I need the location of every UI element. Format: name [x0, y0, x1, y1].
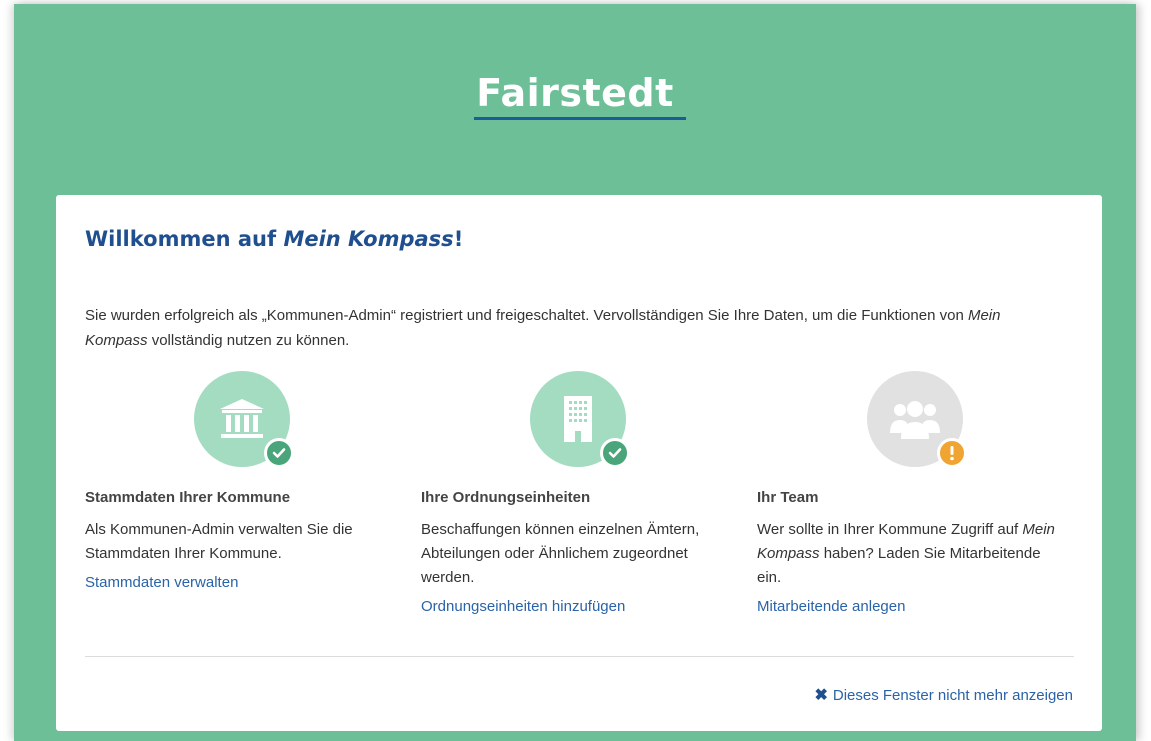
- intro-text-part2: vollständig nutzen zu können.: [147, 332, 350, 349]
- add-team-members-link[interactable]: Mitarbeitende anlegen: [757, 598, 1057, 615]
- welcome-heading: Willkommen auf Mein Kompass!: [85, 227, 463, 251]
- dismiss-window-link[interactable]: ✖ Dieses Fenster nicht mehr anzeigen: [814, 685, 1073, 705]
- add-org-units-link[interactable]: Ordnungseinheiten hinzufügen: [421, 598, 721, 615]
- welcome-product-name: Mein Kompass: [283, 227, 454, 251]
- page-title: Fairstedt: [476, 71, 674, 116]
- welcome-dialog: Willkommen auf Mein Kompass! Sie wurden …: [56, 195, 1102, 731]
- team-text: Wer sollte in Ihrer Kommune Zugriff auf …: [757, 518, 1057, 590]
- team-text-part1: Wer sollte in Ihrer Kommune Zugriff auf: [757, 521, 1023, 538]
- check-icon: [264, 438, 294, 468]
- team-title: Ihr Team: [757, 489, 819, 506]
- welcome-prefix: Willkommen auf: [85, 227, 284, 251]
- org-units-title: Ihre Ordnungseinheiten: [421, 489, 591, 506]
- master-data-icon-wrap: [194, 371, 294, 471]
- org-units-icon-wrap: [530, 371, 630, 471]
- divider: [85, 656, 1074, 657]
- close-icon: ✖: [814, 687, 828, 704]
- check-icon: [600, 438, 630, 468]
- team-icon-wrap: [867, 371, 967, 471]
- intro-text: Sie wurden erfolgreich als „Kommunen-Adm…: [85, 303, 1065, 353]
- intro-text-part1: Sie wurden erfolgreich als „Kommunen-Adm…: [85, 307, 968, 324]
- welcome-suffix: !: [453, 227, 464, 251]
- master-data-title: Stammdaten Ihrer Kommune: [85, 489, 291, 506]
- page-background: Fairstedt Willkommen auf Mein Kompass! S…: [14, 4, 1136, 741]
- master-data-text: Als Kommunen-Admin verwalten Sie die Sta…: [85, 521, 353, 562]
- warning-icon: [937, 438, 967, 468]
- step-master-data: Stammdaten Ihrer Kommune Als Kommunen-Ad…: [85, 371, 385, 591]
- org-units-text: Beschaffungen können einzelnen Ämtern, A…: [421, 521, 700, 586]
- manage-master-data-link[interactable]: Stammdaten verwalten: [85, 574, 385, 591]
- dismiss-window-label: Dieses Fenster nicht mehr anzeigen: [832, 686, 1073, 704]
- step-org-units: Ihre Ordnungseinheiten Beschaffungen kön…: [421, 371, 721, 615]
- step-team: Ihr Team Wer sollte in Ihrer Kommune Zug…: [757, 371, 1057, 615]
- title-underline: [474, 117, 686, 120]
